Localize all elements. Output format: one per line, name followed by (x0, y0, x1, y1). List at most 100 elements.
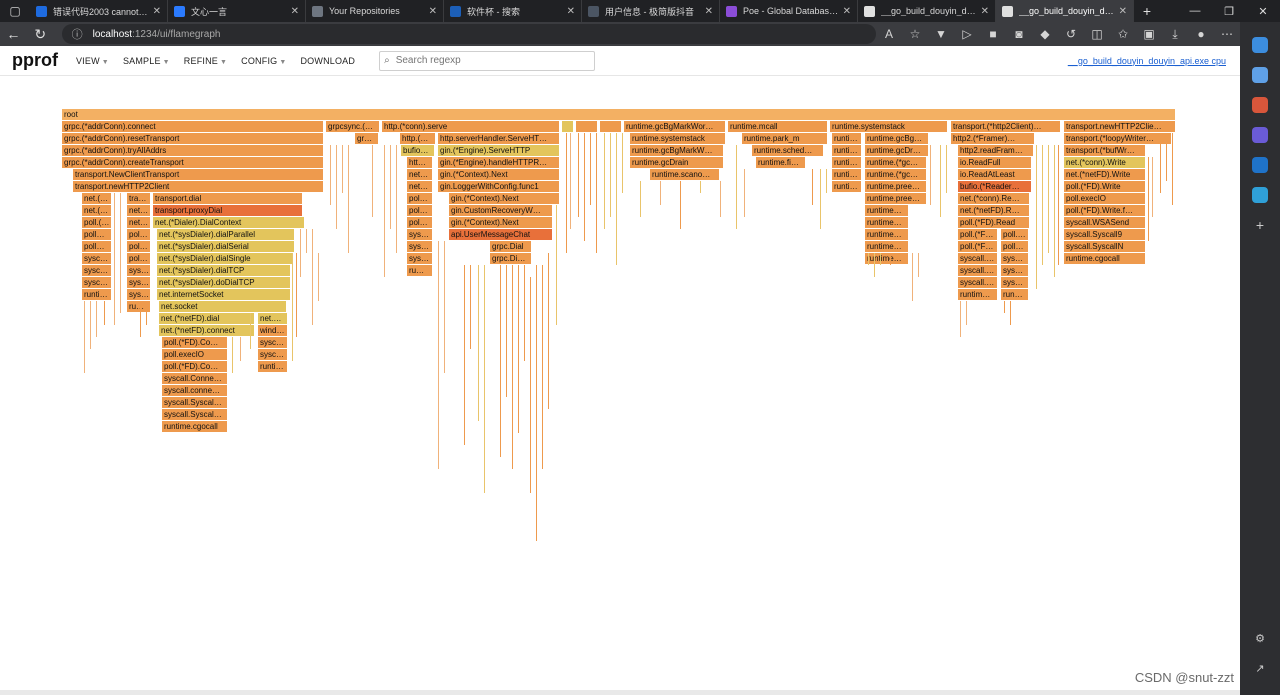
browser-tab[interactable]: 错误代码2003 cannot conn ✕ (30, 0, 168, 22)
flame-thin-stack[interactable] (1048, 145, 1049, 253)
flame-thin-stack[interactable] (622, 133, 623, 193)
flame-thin-stack[interactable] (120, 193, 121, 313)
flame-thin-stack[interactable] (940, 145, 941, 217)
flame-frame[interactable]: runti… (832, 169, 862, 180)
flame-thin-stack[interactable] (596, 133, 597, 253)
flame-frame[interactable]: grpcsync.(… (326, 121, 380, 132)
flame-thin-stack[interactable] (536, 265, 537, 541)
flame-frame[interactable]: grpc.Dial (490, 241, 532, 252)
flame-thin-stack[interactable] (736, 145, 737, 229)
window-menu-icon[interactable]: ▢ (0, 0, 30, 22)
flame-frame[interactable]: net… (407, 169, 433, 180)
flame-frame[interactable]: http.serverHandler.ServeHT… (438, 133, 560, 144)
flame-frame[interactable]: poll.(*F… (958, 241, 998, 252)
flame-frame[interactable]: runtime.gcDr… (865, 145, 929, 156)
search-sidebar-icon[interactable] (1252, 37, 1268, 53)
flame-frame[interactable]: root (62, 109, 1176, 120)
flame-frame[interactable]: syscall.… (958, 253, 998, 264)
flame-frame[interactable]: transport.dial (153, 193, 303, 204)
flame-frame[interactable]: net.… (258, 313, 288, 324)
outlook-icon[interactable] (1252, 157, 1268, 173)
flame-frame[interactable]: net.(*netFD).Write (1064, 169, 1146, 180)
flame-thin-stack[interactable] (292, 253, 293, 361)
tab-close-icon[interactable]: ✕ (153, 6, 161, 17)
flame-thin-stack[interactable] (1004, 301, 1005, 313)
flame-frame[interactable]: http.(… (400, 133, 436, 144)
flame-frame[interactable]: pol… (407, 193, 433, 204)
flame-thin-stack[interactable] (570, 133, 571, 229)
flame-frame[interactable]: net.(*Dialer).DialContext (153, 217, 305, 228)
flame-thin-stack[interactable] (336, 145, 337, 229)
flame-thin-stack[interactable] (518, 265, 519, 433)
flame-frame[interactable]: net.(*netFD).connect (159, 325, 255, 336)
flame-frame[interactable]: runtime.gcBgMarkWor… (624, 121, 726, 132)
flame-thin-stack[interactable] (680, 181, 681, 229)
flame-frame[interactable]: pol… (127, 229, 151, 240)
flame-frame[interactable]: sys… (127, 289, 151, 300)
flame-thin-stack[interactable] (720, 181, 721, 217)
flame-thin-stack[interactable] (1166, 133, 1167, 181)
flame-thin-stack[interactable] (104, 301, 105, 325)
flame-frame[interactable]: runtime.systemstack (830, 121, 948, 132)
flame-frame[interactable]: transport.(*http2Client)… (951, 121, 1061, 132)
flame-frame[interactable]: net.(… (82, 193, 112, 204)
tab-close-icon[interactable]: ✕ (567, 6, 575, 17)
flame-thin-stack[interactable] (918, 253, 919, 277)
flame-frame[interactable]: net… (127, 217, 151, 228)
flame-frame[interactable]: runtime.(*gc… (865, 169, 927, 180)
flame-frame[interactable]: runtime.scano… (650, 169, 720, 180)
site-info-icon[interactable]: ⓘ (72, 26, 83, 42)
flame-thin-stack[interactable] (240, 337, 241, 361)
browser-tab[interactable]: Your Repositories ✕ (306, 0, 444, 22)
flame-thin-stack[interactable] (512, 265, 513, 469)
flame-frame[interactable]: transport.newHTTP2Clie… (1064, 121, 1176, 132)
flame-frame[interactable]: sys… (1001, 277, 1029, 288)
flame-frame[interactable]: poll.(… (82, 217, 112, 228)
flame-frame[interactable]: runtime.cgocall (162, 421, 228, 432)
flame-thin-stack[interactable] (530, 277, 531, 493)
flame-frame[interactable]: ru… (407, 265, 433, 276)
tab-close-icon[interactable]: ✕ (843, 6, 851, 17)
tab-close-icon[interactable]: ✕ (291, 6, 299, 17)
flame-frame[interactable]: net.(*netFD).dial (159, 313, 255, 324)
menu-sample[interactable]: SAMPLE ▼ (123, 56, 170, 66)
flame-thin-stack[interactable] (1036, 145, 1037, 289)
flame-frame[interactable]: poll.(*FD).Read (958, 217, 1030, 228)
flame-thin-stack[interactable] (616, 133, 617, 265)
flame-frame[interactable]: poll… (82, 241, 112, 252)
new-tab-button[interactable]: + (1134, 0, 1160, 22)
flame-frame[interactable]: runtime.park_m (742, 133, 828, 144)
flame-thin-stack[interactable] (1148, 157, 1149, 241)
send-icon[interactable] (1252, 187, 1268, 203)
flame-frame[interactable]: syscall.Syscall9 (1064, 229, 1146, 240)
collections-icon[interactable]: ▣ (1136, 27, 1162, 41)
flame-frame[interactable]: runtime… (865, 229, 909, 240)
read-aloud-icon[interactable]: A (876, 27, 902, 41)
flame-thin-stack[interactable] (90, 301, 91, 349)
flame-frame[interactable]: gr… (355, 133, 379, 144)
flame-thin-stack[interactable] (930, 145, 931, 205)
flame-frame[interactable]: syscall.Syscal… (162, 397, 228, 408)
flame-thin-stack[interactable] (390, 145, 391, 229)
extension-v-icon[interactable]: ▼ (928, 27, 954, 41)
extension-game-icon[interactable]: ◙ (1006, 27, 1032, 41)
flame-thin-stack[interactable] (590, 133, 591, 205)
flame-frame[interactable]: bufio.(*Reader… (958, 181, 1032, 192)
flame-frame[interactable]: runtime.systemstack (630, 133, 726, 144)
flame-thin-stack[interactable] (566, 133, 567, 253)
flame-frame[interactable]: poll.(*F… (958, 229, 998, 240)
flame-frame[interactable]: gin.LoggerWithConfig.func1 (438, 181, 560, 192)
flame-thin-stack[interactable] (348, 145, 349, 253)
flame-thin-stack[interactable] (640, 181, 641, 217)
flame-thin-stack[interactable] (478, 265, 479, 421)
browser-tab[interactable]: Poe - Global Database and ✕ (720, 0, 858, 22)
flame-thin-stack[interactable] (500, 265, 501, 457)
browser-tab[interactable]: __go_build_douyin_douyin ✕ (858, 0, 996, 22)
tab-close-icon[interactable]: ✕ (705, 6, 713, 17)
flame-frame[interactable]: poll.… (1001, 229, 1029, 240)
menu-refine[interactable]: REFINE ▼ (184, 56, 227, 66)
favorites-icon[interactable]: ✩ (1110, 27, 1136, 41)
flame-frame[interactable]: transport.newHTTP2Client (73, 181, 324, 192)
flame-thin-stack[interactable] (826, 169, 827, 193)
flame-frame[interactable]: poll.(*FD).Co… (162, 337, 228, 348)
